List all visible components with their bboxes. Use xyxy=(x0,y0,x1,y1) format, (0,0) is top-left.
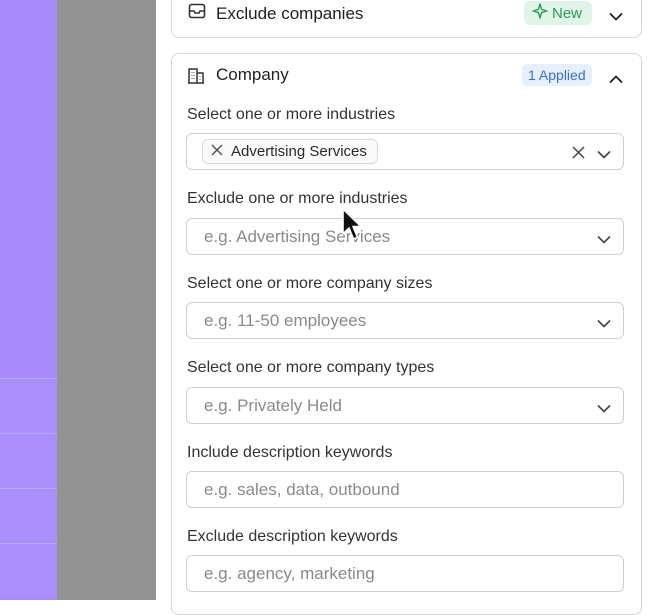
exclude-keywords-label: Exclude description keywords xyxy=(187,528,398,545)
chevron-down-icon[interactable] xyxy=(597,400,611,418)
modal-overlay xyxy=(57,0,156,600)
exclude-industries-field[interactable]: e.g. Advertising Services xyxy=(186,218,624,255)
sidebar-row xyxy=(0,543,57,598)
exclude-companies-title: Exclude companies xyxy=(216,4,364,23)
include-keywords-placeholder: e.g. sales, data, outbound xyxy=(204,480,400,499)
chevron-down-icon[interactable] xyxy=(609,8,623,26)
sparkle-icon xyxy=(532,3,548,23)
select-industries-label: Select one or more industries xyxy=(187,106,396,123)
new-badge-label: New xyxy=(552,4,583,22)
company-sizes-label: Select one or more company sizes xyxy=(187,275,433,292)
select-industries-field[interactable]: Advertising Services xyxy=(186,133,624,170)
chevron-down-icon[interactable] xyxy=(597,231,611,249)
close-icon[interactable] xyxy=(211,143,223,160)
include-keywords-label: Include description keywords xyxy=(187,444,393,461)
exclude-companies-card[interactable]: Exclude companies New xyxy=(171,0,642,38)
sidebar-row xyxy=(0,488,57,543)
clear-selection-icon[interactable] xyxy=(572,146,585,164)
company-sizes-field[interactable]: e.g. 11-50 employees xyxy=(186,302,624,339)
exclude-keywords-input[interactable]: e.g. agency, marketing xyxy=(186,555,624,592)
chevron-down-icon[interactable] xyxy=(597,146,611,164)
sidebar-row xyxy=(0,433,57,488)
exclude-keywords-placeholder: e.g. agency, marketing xyxy=(204,564,375,583)
company-section-title[interactable]: Company xyxy=(216,65,289,85)
exclude-industries-label: Exclude one or more industries xyxy=(187,190,408,207)
background-sidebar xyxy=(0,0,57,600)
company-types-field[interactable]: e.g. Privately Held xyxy=(186,387,624,424)
industry-chip-label: Advertising Services xyxy=(231,143,367,160)
inbox-icon xyxy=(188,3,206,24)
building-icon xyxy=(187,66,205,89)
chevron-up-icon[interactable] xyxy=(609,71,623,89)
company-types-label: Select one or more company types xyxy=(187,359,435,376)
applied-count-badge: 1 Applied xyxy=(522,64,592,86)
company-types-placeholder: e.g. Privately Held xyxy=(204,396,342,415)
chevron-down-icon[interactable] xyxy=(597,315,611,333)
company-sizes-placeholder: e.g. 11-50 employees xyxy=(204,311,367,330)
new-badge: New xyxy=(524,1,593,25)
include-keywords-input[interactable]: e.g. sales, data, outbound xyxy=(186,471,624,508)
industry-chip: Advertising Services xyxy=(202,139,378,164)
sidebar-row xyxy=(0,378,57,433)
mouse-cursor-icon xyxy=(342,208,364,247)
